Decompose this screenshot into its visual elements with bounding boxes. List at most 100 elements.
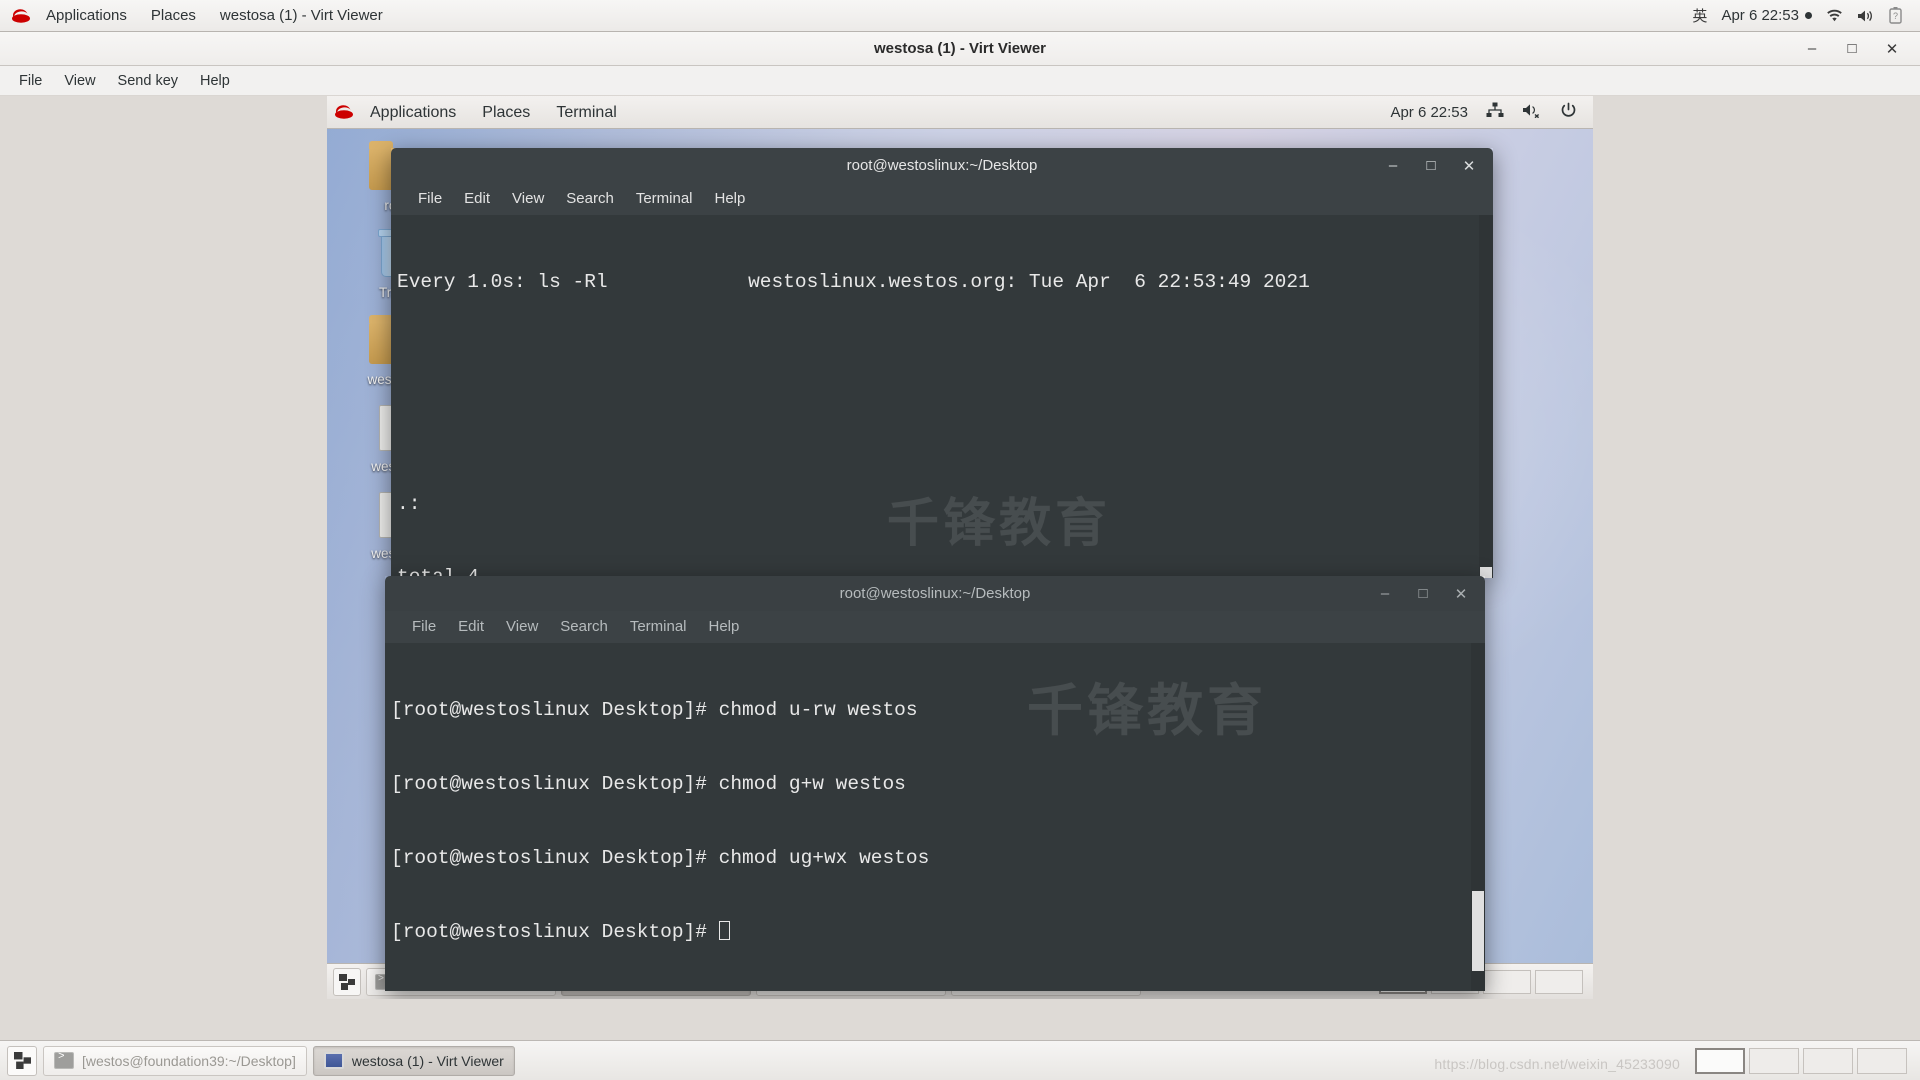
show-desktop-icon[interactable] <box>7 1045 37 1076</box>
host-places-menu[interactable]: Places <box>139 1 208 31</box>
menu-view[interactable]: View <box>495 612 549 642</box>
guest-redhat-logo-icon <box>333 103 355 121</box>
watch-header-row: Every 1.0s: ls -Rl westoslinux.westos.or… <box>397 270 1493 295</box>
guest-places-menu[interactable]: Places <box>469 97 543 128</box>
battery-icon[interactable]: ? <box>1889 7 1902 24</box>
menu-edit[interactable]: Edit <box>447 612 495 642</box>
shell-prompt: [root@westoslinux Desktop]# <box>391 920 719 943</box>
host-desktop: Applications Places westosa (1) - Virt V… <box>0 0 1920 1080</box>
menu-help[interactable]: Help <box>698 612 751 642</box>
host-taskbar-item-terminal[interactable]: [westos@foundation39:~/Desktop] <box>43 1045 307 1076</box>
svg-text:?: ? <box>1893 11 1898 21</box>
host-workspace-3[interactable] <box>1803 1047 1853 1074</box>
virt-viewer-title: westosa (1) - Virt Viewer <box>873 39 1047 57</box>
close-button[interactable]: ✕ <box>1461 157 1477 175</box>
host-workspace-2[interactable] <box>1749 1047 1799 1074</box>
terminal-watch-titlebar[interactable]: root@westoslinux:~/Desktop – □ ✕ <box>391 148 1493 183</box>
redhat-logo-icon <box>10 7 32 25</box>
guest-terminal-menu[interactable]: Terminal <box>543 97 629 128</box>
virt-viewer-viewport: Applications Places Terminal Apr 6 22:53 <box>0 96 1920 1040</box>
menu-file[interactable]: File <box>407 184 453 214</box>
host-taskbar-item-label: [westos@foundation39:~/Desktop] <box>82 1052 296 1069</box>
host-workspace-1[interactable] <box>1695 1047 1745 1074</box>
virt-viewer-titlebar[interactable]: westosa (1) - Virt Viewer – □ ✕ <box>0 32 1920 66</box>
terminal-shell-window-controls: – □ ✕ <box>1377 585 1485 603</box>
host-top-panel: Applications Places westosa (1) - Virt V… <box>0 0 1920 32</box>
virt-viewer-menubar: File View Send key Help <box>0 66 1920 96</box>
terminal-watch-window-controls: – □ ✕ <box>1385 157 1493 175</box>
show-desktop-icon[interactable] <box>333 967 361 996</box>
menu-terminal[interactable]: Terminal <box>625 184 704 214</box>
terminal-watch-scrollbar[interactable] <box>1479 215 1493 578</box>
network-icon[interactable] <box>1486 102 1504 122</box>
workspace-4[interactable] <box>1535 969 1583 994</box>
menu-search[interactable]: Search <box>555 184 625 214</box>
shell-command: chmod u-rw westos <box>706 699 918 722</box>
terminal-shell-titlebar[interactable]: root@westoslinux:~/Desktop – □ ✕ <box>385 576 1485 611</box>
shell-prompt: [root@westoslinux Desktop]# <box>391 846 707 869</box>
host-taskbar-item-virt-viewer[interactable]: westosa (1) - Virt Viewer <box>312 1045 515 1076</box>
maximize-button[interactable]: □ <box>1842 39 1862 59</box>
blank-row-1 <box>397 344 1493 369</box>
maximize-button[interactable]: □ <box>1423 157 1439 174</box>
close-button[interactable]: ✕ <box>1453 585 1469 603</box>
terminal-watch-menubar: File Edit View Search Terminal Help <box>391 183 1493 215</box>
host-applications-menu[interactable]: Applications <box>34 1 139 31</box>
host-active-window-label[interactable]: westosa (1) - Virt Viewer <box>208 1 395 31</box>
terminal-watch-output[interactable]: Every 1.0s: ls -Rl westoslinux.westos.or… <box>391 215 1493 578</box>
minimize-button[interactable]: – <box>1377 585 1393 602</box>
terminal-shell-scrollbar[interactable] <box>1471 643 1485 991</box>
close-button[interactable]: ✕ <box>1882 39 1902 59</box>
watch-header-left: Every 1.0s: ls -Rl <box>397 271 608 294</box>
vv-menu-send-key[interactable]: Send key <box>107 67 189 95</box>
virt-viewer-icon <box>323 1052 344 1069</box>
text-cursor <box>718 920 730 940</box>
menu-help[interactable]: Help <box>704 184 757 214</box>
virt-viewer-window: westosa (1) - Virt Viewer – □ ✕ File Vie… <box>0 32 1920 1040</box>
menu-edit[interactable]: Edit <box>453 184 501 214</box>
input-method-indicator[interactable]: 英 <box>1692 5 1707 26</box>
shell-command: chmod g+w westos <box>706 772 906 795</box>
host-workspace-switcher <box>1695 1047 1913 1074</box>
host-workspace-4[interactable] <box>1857 1047 1907 1074</box>
scrollbar-thumb[interactable] <box>1472 891 1484 971</box>
terminal-window-watch: root@westoslinux:~/Desktop – □ ✕ File Ed… <box>391 148 1493 578</box>
wifi-icon[interactable] <box>1826 9 1843 23</box>
virt-viewer-window-controls: – □ ✕ <box>1802 39 1920 59</box>
guest-clock[interactable]: Apr 6 22:53 <box>1390 104 1468 121</box>
page-watermark: https://blog.csdn.net/weixin_45233090 <box>1434 1056 1680 1072</box>
guest-vm-screen: Applications Places Terminal Apr 6 22:53 <box>327 96 1593 999</box>
menu-terminal[interactable]: Terminal <box>619 612 698 642</box>
terminal-shell-menubar: File Edit View Search Terminal Help <box>385 611 1485 643</box>
menu-view[interactable]: View <box>501 184 555 214</box>
minimize-button[interactable]: – <box>1802 39 1822 59</box>
host-clock[interactable]: Apr 6 22:53 <box>1721 7 1812 24</box>
shell-history-row-2: [root@westoslinux Desktop]# chmod g+w we… <box>391 772 1485 797</box>
guest-system-tray: Apr 6 22:53 <box>1390 102 1587 123</box>
host-clock-text: Apr 6 22:53 <box>1721 7 1799 24</box>
blank-row-2 <box>397 418 1493 443</box>
terminal-icon <box>54 1051 74 1069</box>
host-system-tray: 英 Apr 6 22:53 ? <box>1692 5 1910 26</box>
maximize-button[interactable]: □ <box>1415 585 1431 602</box>
vv-menu-file[interactable]: File <box>8 67 53 95</box>
volume-muted-icon[interactable] <box>1522 102 1542 122</box>
host-taskbar-item-label: westosa (1) - Virt Viewer <box>351 1052 504 1069</box>
power-icon[interactable] <box>1560 102 1577 123</box>
shell-prompt: [root@westoslinux Desktop]# <box>391 699 707 722</box>
guest-applications-menu[interactable]: Applications <box>357 97 469 128</box>
workspace-3[interactable] <box>1483 969 1531 994</box>
menu-file[interactable]: File <box>401 612 447 642</box>
shell-history-row-3: [root@westoslinux Desktop]# chmod ug+wx … <box>391 846 1485 871</box>
menu-search[interactable]: Search <box>549 612 619 642</box>
vv-menu-help[interactable]: Help <box>189 67 241 95</box>
vv-menu-view[interactable]: View <box>53 67 106 95</box>
terminal-shell-output[interactable]: [root@westoslinux Desktop]# chmod u-rw w… <box>385 643 1485 991</box>
terminal-shell-title: root@westoslinux:~/Desktop <box>839 585 1031 602</box>
recording-dot-icon <box>1805 12 1812 19</box>
shell-prompt: [root@westoslinux Desktop]# <box>391 772 707 795</box>
cwd-label: .: <box>397 492 421 515</box>
volume-icon[interactable] <box>1857 9 1875 23</box>
minimize-button[interactable]: – <box>1385 157 1401 174</box>
shell-history-row-1: [root@westoslinux Desktop]# chmod u-rw w… <box>391 698 1485 723</box>
